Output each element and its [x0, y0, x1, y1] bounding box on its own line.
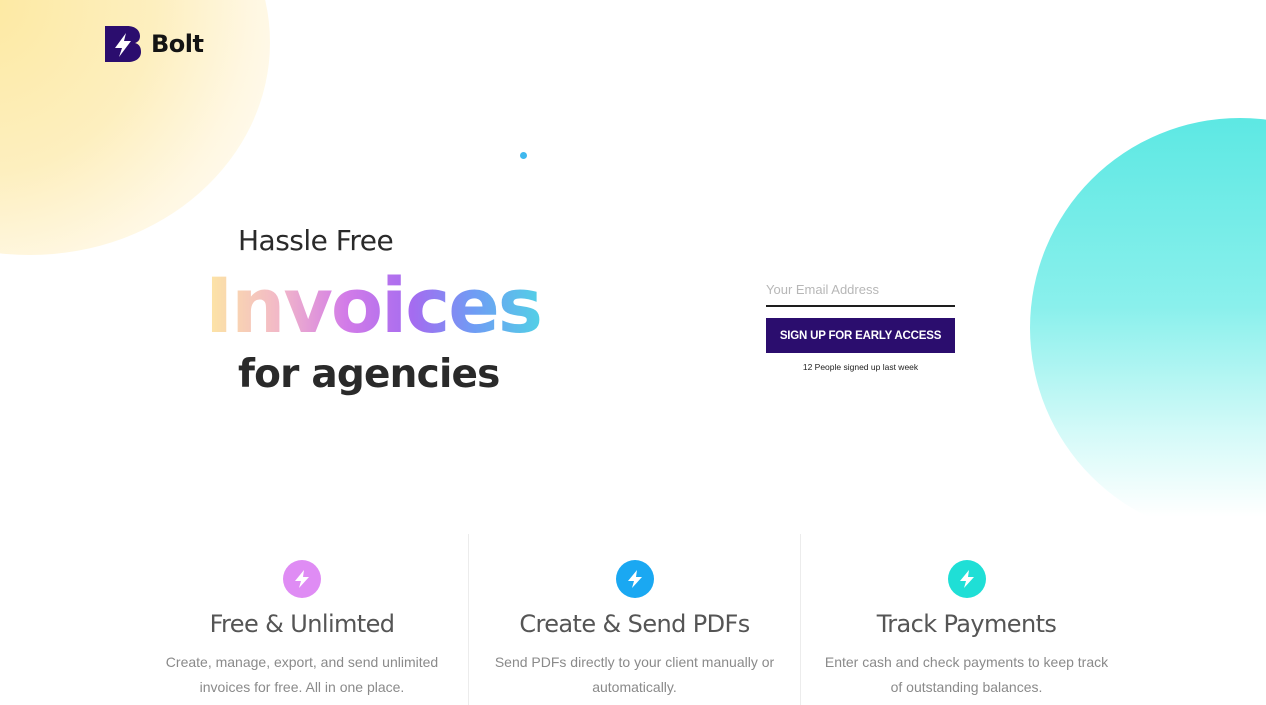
teal-gradient-blob: [1030, 118, 1266, 538]
feature-card-pdfs: Create & Send PDFs Send PDFs directly to…: [468, 534, 800, 705]
signup-form: SIGN UP FOR EARLY ACCESS 12 People signe…: [766, 278, 955, 372]
lightning-icon: [615, 560, 654, 598]
feature-card-free: Free & Unlimted Create, manage, export, …: [136, 534, 468, 705]
signup-count-note: 12 People signed up last week: [802, 362, 919, 372]
hero-headline: Invoices: [205, 258, 543, 354]
feature-description: Enter cash and check payments to keep tr…: [824, 654, 1109, 695]
feature-card-payments: Track Payments Enter cash and check paym…: [800, 534, 1132, 705]
email-input[interactable]: [766, 278, 955, 307]
lightning-icon: [283, 560, 321, 598]
signup-button[interactable]: SIGN UP FOR EARLY ACCESS: [766, 318, 955, 353]
feature-title: Free & Unlimted: [209, 610, 395, 638]
landing-page: Bolt Hassle Free Invoices for agencies S…: [0, 0, 1266, 705]
feature-description: Create, manage, export, and send unlimit…: [165, 654, 439, 695]
feature-title: Create & Send PDFs: [519, 610, 750, 638]
lightning-icon: [947, 560, 986, 598]
bolt-b-logo-icon: [105, 26, 141, 62]
hero-line-3: for agencies: [238, 352, 500, 397]
decorative-dot: [520, 152, 527, 159]
brand-name: Bolt: [151, 30, 204, 58]
brand-logo-link[interactable]: Bolt: [105, 26, 204, 62]
hero-line-1: Hassle Free: [238, 224, 394, 257]
feature-title: Track Payments: [876, 610, 1057, 638]
features-section: Free & Unlimted Create, manage, export, …: [136, 534, 1132, 705]
feature-description: Send PDFs directly to your client manual…: [494, 654, 775, 695]
